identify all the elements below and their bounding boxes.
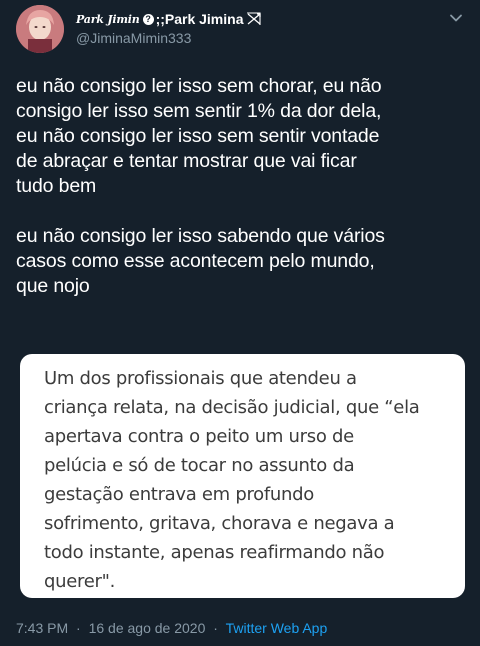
tweet: Park Jimin ? ;;Park Jimina @JiminaMimin3… bbox=[0, 0, 480, 646]
tweet-text: eu não consigo ler isso sem chorar, eu n… bbox=[16, 74, 468, 299]
chevron-down-icon[interactable] bbox=[448, 10, 464, 26]
avatar-portrait-icon bbox=[16, 5, 64, 53]
tweet-time[interactable]: 7:43 PM bbox=[16, 620, 68, 636]
quoted-image-text: Um dos profissionais que atendeu a crian… bbox=[44, 368, 420, 592]
display-name-row[interactable]: Park Jimin ? ;;Park Jimina bbox=[76, 8, 420, 30]
tweet-paragraph: eu não consigo ler isso sem chorar, eu n… bbox=[16, 75, 382, 197]
footer-separator: · bbox=[76, 620, 81, 636]
display-name: ;;Park Jimina bbox=[155, 11, 244, 27]
bow-arrow-icon bbox=[246, 12, 261, 25]
tweet-source-link[interactable]: Twitter Web App bbox=[226, 620, 328, 636]
display-name-badge: ? bbox=[142, 13, 154, 25]
tweet-date[interactable]: 16 de ago de 2020 bbox=[89, 620, 206, 636]
avatar[interactable] bbox=[16, 5, 64, 53]
tweet-header: Park Jimin ? ;;Park Jimina @JiminaMimin3… bbox=[76, 8, 420, 46]
user-handle[interactable]: @JiminaMimin333 bbox=[76, 30, 420, 46]
tweet-paragraph: eu não consigo ler isso sabendo que vári… bbox=[16, 225, 385, 297]
footer-separator: · bbox=[213, 620, 218, 636]
display-name-script: Park Jimin bbox=[76, 12, 140, 26]
tweet-footer: 7:43 PM · 16 de ago de 2020 · Twitter We… bbox=[16, 620, 327, 636]
quoted-image-card[interactable]: Um dos profissionais que atendeu a crian… bbox=[20, 354, 465, 598]
